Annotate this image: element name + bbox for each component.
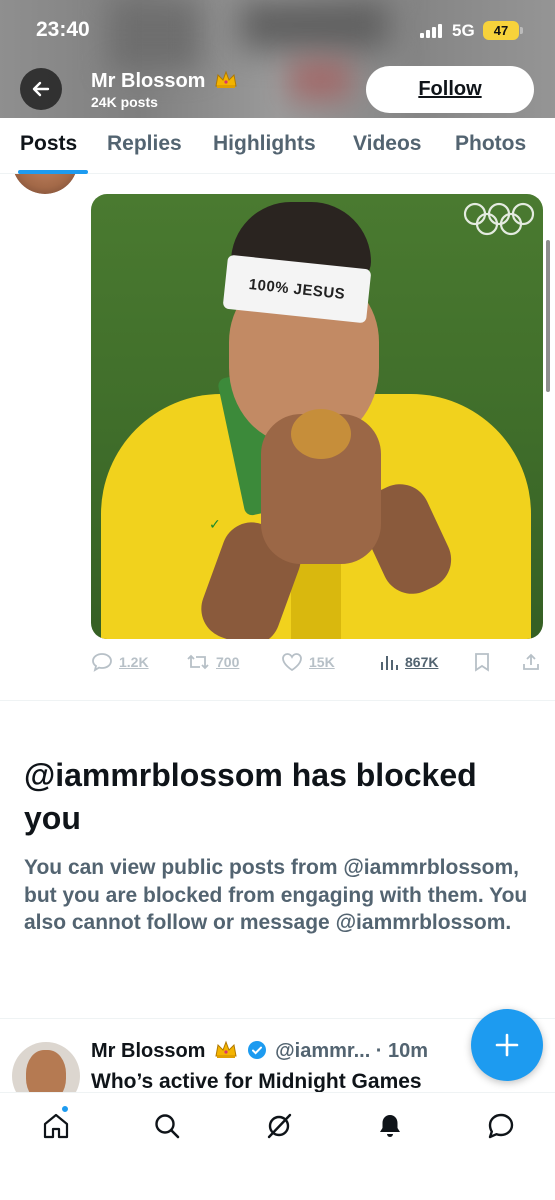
divider: [0, 1018, 555, 1019]
compose-post-button[interactable]: [471, 1009, 543, 1081]
tab-videos[interactable]: Videos: [353, 132, 421, 156]
blocked-description: You can view public posts from @iammrblo…: [24, 856, 528, 934]
post-media-image[interactable]: 100% JESUS ✓: [91, 194, 543, 639]
signal-icon: [420, 24, 444, 38]
nav-notifications[interactable]: [373, 1109, 407, 1143]
tab-photos[interactable]: Photos: [455, 132, 526, 156]
headband-text: 100% JESUS: [248, 275, 346, 303]
post-author: Mr Blossom @iammr... · 10m: [91, 1040, 428, 1063]
search-icon: [155, 1114, 180, 1139]
views-button[interactable]: 867K: [379, 652, 438, 672]
tab-replies[interactable]: Replies: [107, 132, 182, 156]
bookmark-icon: [475, 653, 489, 672]
olympic-rings-icon: [463, 202, 535, 236]
back-button[interactable]: [20, 68, 62, 110]
nav-home[interactable]: [39, 1109, 73, 1143]
profile-header: 23:40 5G 47 Mr Blossom 24K posts Follow: [0, 0, 555, 118]
back-arrow-icon: [32, 81, 50, 97]
views-icon: [381, 656, 398, 670]
network-label: 5G: [452, 21, 475, 40]
status-time: 23:40: [36, 18, 90, 41]
verified-badge-icon: [247, 1041, 266, 1059]
messages-icon: [488, 1113, 514, 1139]
medal: [291, 409, 351, 459]
tab-posts[interactable]: Posts: [20, 132, 77, 156]
follow-button[interactable]: Follow: [366, 66, 534, 113]
divider: [0, 700, 555, 701]
profile-tabs: Posts Replies Highlights Videos Photos: [0, 118, 555, 174]
like-button[interactable]: 15K: [281, 652, 335, 672]
author-name[interactable]: Mr Blossom: [91, 1040, 205, 1062]
active-tab-indicator: [18, 170, 88, 174]
share-icon: [523, 653, 539, 670]
heart-icon: [282, 653, 302, 672]
nav-grok[interactable]: [262, 1109, 296, 1143]
reply-icon: [92, 653, 112, 672]
repost-button[interactable]: 700: [186, 652, 239, 672]
share-button[interactable]: [521, 652, 541, 672]
post-text: Who’s active for Midnight Games: [91, 1070, 422, 1093]
repost-icon: [187, 654, 209, 670]
crown-icon: [215, 70, 237, 88]
home-icon: [43, 1113, 69, 1139]
notifications-icon: [380, 1115, 400, 1137]
plus-icon: [495, 1033, 519, 1057]
battery-icon: 47: [483, 21, 523, 40]
reply-button[interactable]: 1.2K: [91, 652, 149, 672]
post-actions: 1.2K 700 15K 867K: [91, 652, 543, 676]
blocked-title: @iammrblossom has blocked you: [24, 757, 477, 836]
author-handle-time: @iammr... · 10m: [275, 1040, 429, 1062]
scrollbar[interactable]: [546, 240, 550, 392]
bottom-navigation: [0, 1092, 555, 1200]
nav-messages[interactable]: [484, 1109, 518, 1143]
bookmark-button[interactable]: [473, 652, 491, 672]
notification-dot: [61, 1105, 69, 1113]
tab-highlights[interactable]: Highlights: [213, 132, 316, 156]
profile-name: Mr Blossom: [91, 70, 238, 93]
crown-icon: [215, 1040, 237, 1058]
grok-icon: [267, 1113, 292, 1139]
nav-search[interactable]: [150, 1109, 184, 1143]
post-count: 24K posts: [91, 94, 158, 110]
